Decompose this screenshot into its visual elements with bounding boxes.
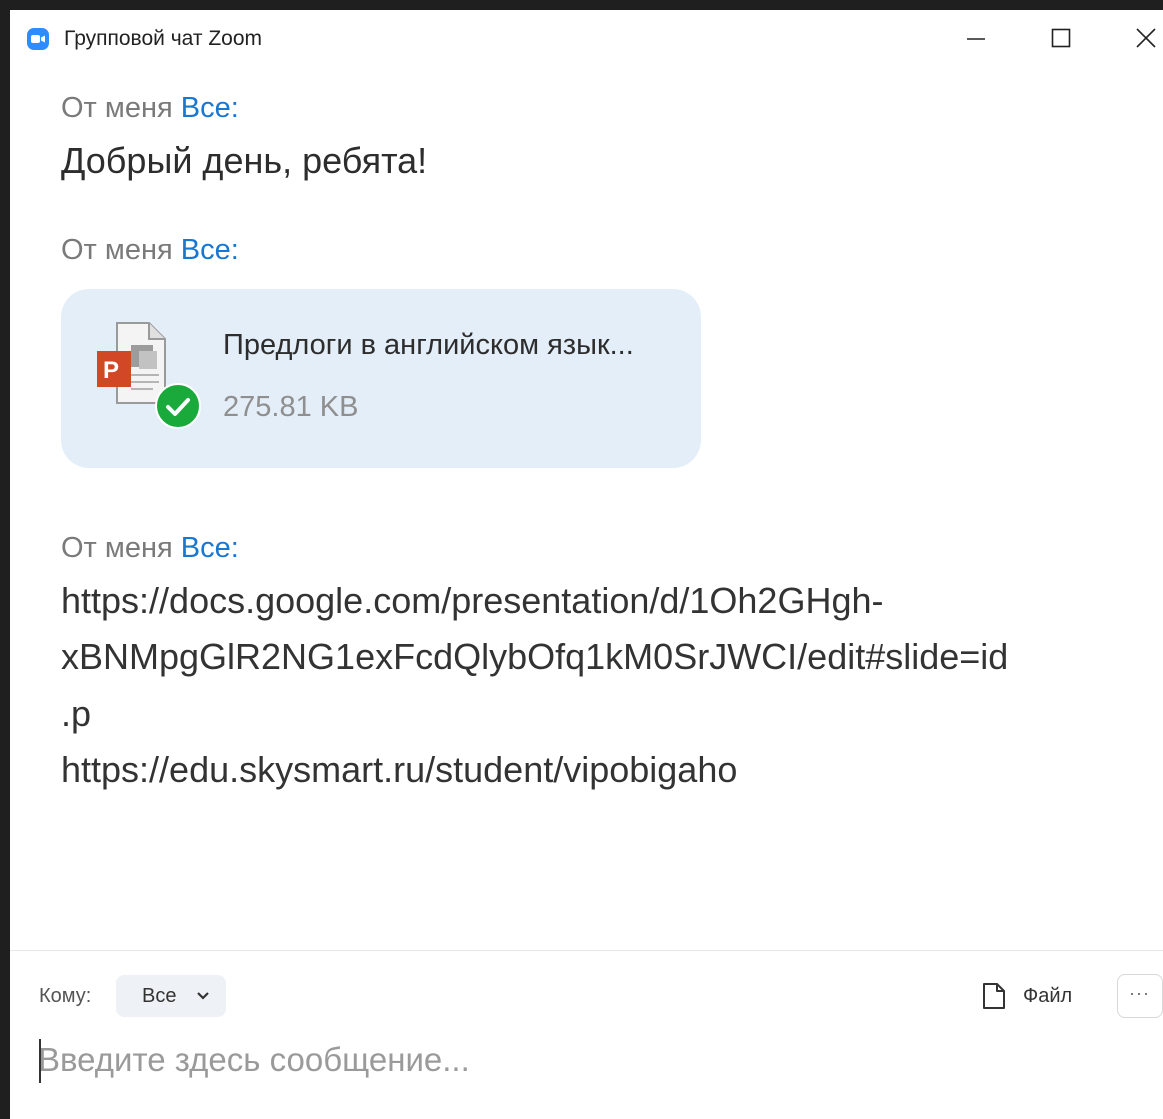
recipient-link[interactable]: Все: xyxy=(181,234,239,266)
minimize-icon xyxy=(967,38,985,40)
send-file-button[interactable]: Файл xyxy=(976,976,1086,1016)
chat-window: Групповой чат Zoom От меня Все: Добрый д… xyxy=(10,10,1163,1119)
title-bar: Групповой чат Zoom xyxy=(10,10,1163,66)
maximize-icon xyxy=(1051,28,1071,48)
close-icon xyxy=(1136,28,1156,48)
more-icon: ··· xyxy=(1129,983,1150,1003)
check-icon xyxy=(155,383,201,429)
send-file-label: Файл xyxy=(1023,985,1073,1007)
message-input[interactable] xyxy=(38,1035,1138,1085)
recipient-dropdown[interactable]: Все xyxy=(116,975,226,1017)
svg-text:P: P xyxy=(103,357,119,384)
recipient-value: Все xyxy=(142,985,177,1007)
message-link-line[interactable]: .p xyxy=(61,686,91,743)
window-title: Групповой чат Zoom xyxy=(64,27,263,50)
file-name: Предлоги в английском язык... xyxy=(223,329,634,361)
message-link-line[interactable]: xBNMpgGlR2NG1exFcdQlybOfq1kM0SrJWCI/edit… xyxy=(61,629,1008,686)
sender-label: От меня xyxy=(61,92,173,124)
minimize-button[interactable] xyxy=(954,18,998,58)
maximize-button[interactable] xyxy=(1039,18,1083,58)
message-link-line[interactable]: https://edu.skysmart.ru/student/vipobiga… xyxy=(61,742,737,799)
recipient-link[interactable]: Все: xyxy=(181,92,239,124)
message-header: От меня Все: xyxy=(61,92,239,125)
message-text: Добрый день, ребята! xyxy=(61,140,428,181)
file-size: 275.81 KB xyxy=(223,391,359,423)
recipient-label: Кому: xyxy=(39,985,92,1007)
recipient-link[interactable]: Все: xyxy=(181,532,239,564)
zoom-app-icon xyxy=(26,27,50,51)
sender-label: От меня xyxy=(61,234,173,266)
message-header: От меня Все: xyxy=(61,234,239,267)
composer-divider xyxy=(10,950,1163,951)
sender-label: От меня xyxy=(61,532,173,564)
text-cursor xyxy=(39,1039,41,1083)
more-options-button[interactable]: ··· xyxy=(1117,974,1163,1018)
chevron-down-icon xyxy=(197,992,209,1000)
file-attachment-card[interactable]: P Предлоги в английском язык... 275.81 K… xyxy=(61,289,701,468)
message-list[interactable]: От меня Все: Добрый день, ребята! От мен… xyxy=(10,66,1163,950)
message-header: От меня Все: xyxy=(61,532,239,565)
close-button[interactable] xyxy=(1124,18,1163,58)
file-icon xyxy=(983,983,1005,1009)
message-link-line[interactable]: https://docs.google.com/presentation/d/1… xyxy=(61,573,883,630)
